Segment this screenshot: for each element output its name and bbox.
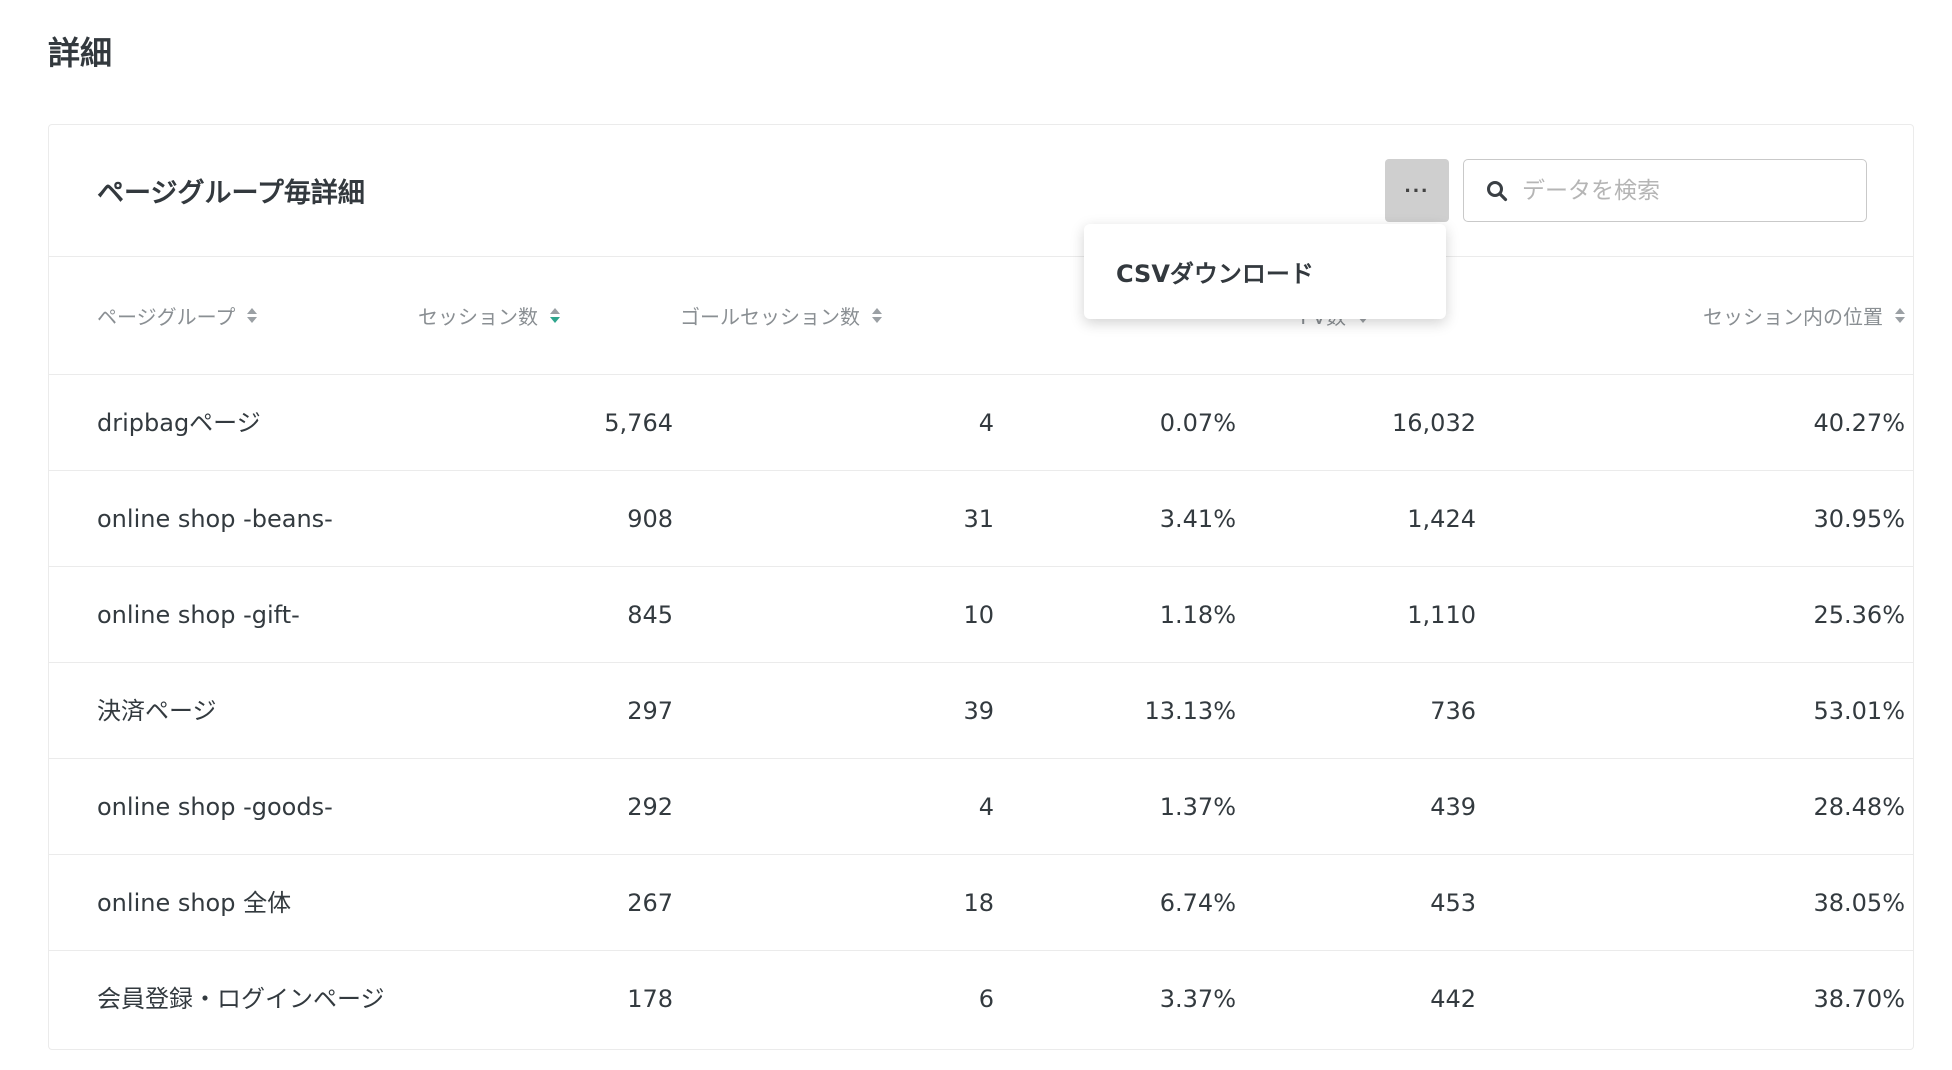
cell-position: 38.70% [1813, 985, 1905, 1013]
cell-sessions: 908 [627, 505, 673, 533]
column-header-session-position[interactable]: セッション内の位置 [1703, 301, 1905, 330]
column-header-page-group[interactable]: ページグループ [97, 301, 258, 330]
column-header-label: セッション内の位置 [1703, 305, 1883, 329]
cell-pv: 453 [1430, 889, 1476, 917]
cell-position: 40.27% [1813, 409, 1905, 437]
column-header-label: セッション数 [418, 305, 538, 329]
column-header-sessions[interactable]: セッション数 [418, 301, 560, 330]
sort-icon[interactable] [247, 308, 258, 323]
cell-position: 25.36% [1813, 601, 1905, 629]
table-row[interactable]: 決済ページ 297 39 13.13% 736 53.01% [49, 663, 1913, 759]
cell-name: dripbagページ [97, 409, 261, 437]
cell-sessions: 297 [627, 697, 673, 725]
table-row[interactable]: 会員登録・ログインページ 178 6 3.37% 442 38.70% [49, 951, 1913, 1047]
cell-goal-sessions: 6 [978, 985, 994, 1013]
table-header-row: ページグループセッション数ゴールセッション数PV数セッション内の位置 [49, 257, 1913, 375]
cell-position: 28.48% [1813, 793, 1905, 821]
search-input[interactable] [1520, 176, 1854, 205]
table-row[interactable]: online shop 全体 267 18 6.74% 453 38.05% [49, 855, 1913, 951]
cell-rate: 1.18% [1159, 601, 1236, 629]
cell-pv: 439 [1430, 793, 1476, 821]
cell-goal-sessions: 10 [963, 601, 994, 629]
cell-name: 決済ページ [97, 697, 217, 725]
cell-rate: 3.41% [1159, 505, 1236, 533]
search-icon [1486, 179, 1510, 203]
page-group-detail-card: ページグループ毎詳細 ··· ページグループセッション数ゴールセッション数PV数… [48, 124, 1914, 1050]
csv-download-menu-item[interactable]: CSVダウンロード [1116, 254, 1314, 289]
cell-sessions: 267 [627, 889, 673, 917]
sort-icon[interactable] [550, 308, 560, 323]
cell-pv: 16,032 [1392, 409, 1476, 437]
cell-goal-sessions: 39 [963, 697, 994, 725]
cell-goal-sessions: 4 [978, 793, 994, 821]
more-options-button[interactable]: ··· [1385, 159, 1449, 222]
cell-pv: 736 [1430, 697, 1476, 725]
column-header-label: ページグループ [97, 305, 236, 329]
cell-sessions: 5,764 [604, 409, 673, 437]
cell-rate: 6.74% [1159, 889, 1236, 917]
cell-pv: 1,110 [1407, 601, 1476, 629]
options-dropdown-menu: CSVダウンロード [1084, 224, 1446, 319]
card-title: ページグループ毎詳細 [97, 178, 365, 209]
cell-position: 53.01% [1813, 697, 1905, 725]
cell-sessions: 292 [627, 793, 673, 821]
card-header: ページグループ毎詳細 ··· [49, 125, 1913, 257]
column-header-label: ゴールセッション数 [680, 305, 860, 329]
cell-pv: 442 [1430, 985, 1476, 1013]
cell-position: 38.05% [1813, 889, 1905, 917]
cell-position: 30.95% [1813, 505, 1905, 533]
cell-rate: 3.37% [1159, 985, 1236, 1013]
table-row[interactable]: dripbagページ 5,764 4 0.07% 16,032 40.27% [49, 375, 1913, 471]
cell-sessions: 845 [627, 601, 673, 629]
table-row[interactable]: online shop -gift- 845 10 1.18% 1,110 25.36% [49, 567, 1913, 663]
cell-goal-sessions: 31 [963, 505, 994, 533]
page-title: 詳細 [48, 34, 113, 72]
search-box[interactable] [1463, 159, 1867, 222]
cell-goal-sessions: 4 [978, 409, 994, 437]
cell-name: online shop -goods- [97, 793, 333, 821]
cell-sessions: 178 [627, 985, 673, 1013]
cell-rate: 13.13% [1144, 697, 1236, 725]
table-row[interactable]: online shop -goods- 292 4 1.37% 439 28.48% [49, 759, 1913, 855]
sort-icon[interactable] [872, 308, 882, 323]
cell-name: online shop -beans- [97, 505, 333, 533]
cell-rate: 1.37% [1159, 793, 1236, 821]
cell-goal-sessions: 18 [963, 889, 994, 917]
column-header-goal-sessions[interactable]: ゴールセッション数 [680, 301, 882, 330]
sort-icon[interactable] [1895, 308, 1905, 323]
table-row[interactable]: online shop -beans- 908 31 3.41% 1,424 30.95% [49, 471, 1913, 567]
cell-rate: 0.07% [1159, 409, 1236, 437]
cell-name: online shop 全体 [97, 889, 292, 917]
cell-name: online shop -gift- [97, 601, 300, 629]
cell-name: 会員登録・ログインページ [97, 985, 385, 1013]
cell-pv: 1,424 [1407, 505, 1476, 533]
